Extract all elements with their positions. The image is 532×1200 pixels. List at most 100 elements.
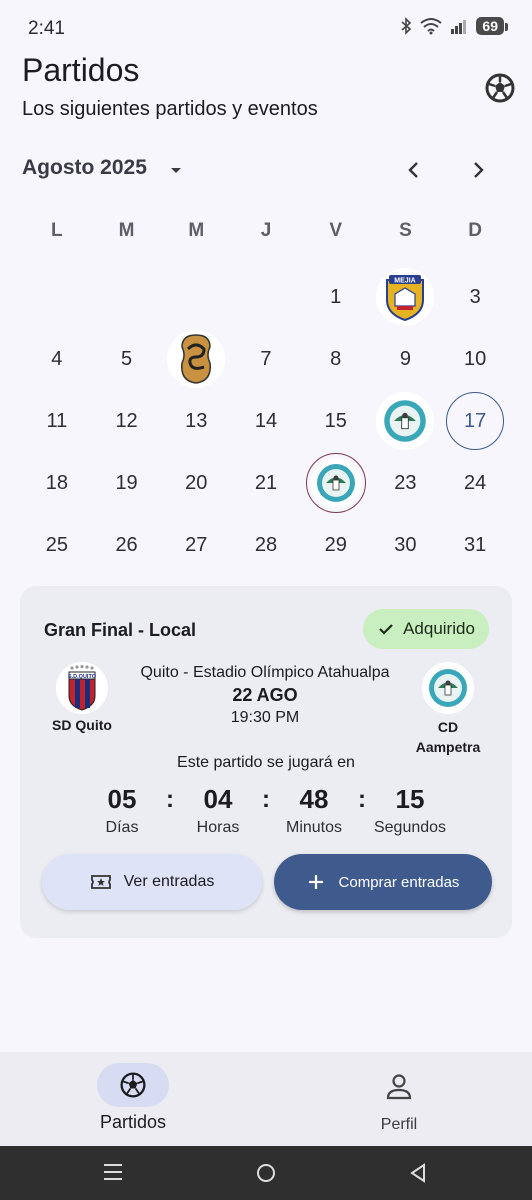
calendar-day-event[interactable] [371, 390, 441, 452]
countdown-label: Este partido se jugará en [177, 754, 355, 771]
caret-down-icon[interactable] [166, 160, 186, 180]
calendar-empty-cell [161, 266, 231, 328]
soccer-ball-icon[interactable] [484, 72, 516, 104]
calendar-day[interactable]: 25 [22, 514, 92, 576]
calendar-grid: 1 MEJIA 3 4 5 7 8 9 10 11 12 13 14 15 17 18 19 20 21 23 24 25… [22, 266, 510, 576]
today-ring: 17 [446, 392, 505, 450]
calendar-day[interactable]: 7 [231, 328, 301, 390]
calendar-day[interactable]: 19 [92, 452, 162, 514]
calendar-day[interactable]: 12 [92, 390, 162, 452]
calendar-empty-cell [92, 266, 162, 328]
calendar-day[interactable]: 13 [161, 390, 231, 452]
weekday-label: M [188, 220, 205, 241]
calendar-day[interactable]: 5 [92, 328, 162, 390]
weekday-label: J [260, 220, 272, 241]
weekday-label: L [51, 220, 63, 241]
status-time: 2:41 [28, 18, 65, 39]
countdown-seconds-value: 15 [395, 784, 425, 814]
calendar-day[interactable]: 21 [231, 452, 301, 514]
sd-quito-crest-icon: S.D.QUITO [68, 665, 97, 711]
calendar-day-today[interactable]: 17 [440, 390, 510, 452]
match-time: 19:30 PM [230, 709, 300, 726]
nav-item-partidos[interactable] [97, 1063, 169, 1107]
calendar-day[interactable]: 23 [371, 452, 441, 514]
home-team-name: SD Quito [52, 717, 112, 733]
page-title: Partidos [22, 52, 140, 88]
person-icon[interactable] [384, 1072, 414, 1102]
status-bar: 2:41 69 [0, 0, 532, 56]
match-card[interactable]: Gran Final - Local Adquirido S.D.QUITO S… [20, 586, 512, 938]
calendar-day[interactable]: 15 [301, 390, 371, 452]
countdown-seconds-unit: Segundos [373, 819, 447, 836]
countdown-seconds: 15 Segundos [368, 784, 452, 837]
calendar-day[interactable]: 18 [22, 452, 92, 514]
calendar-day[interactable]: 11 [22, 390, 92, 452]
calendar-day[interactable]: 27 [161, 514, 231, 576]
chevron-right-icon[interactable] [464, 156, 492, 184]
chevron-left-icon[interactable] [400, 156, 428, 184]
soccer-ball-icon [120, 1072, 146, 1098]
countdown-hours: 04 Horas [186, 784, 250, 837]
calendar-day[interactable]: 28 [231, 514, 301, 576]
status-badge-label: Adquirido [403, 619, 475, 638]
bottom-navigation: Partidos Perfil [0, 1052, 532, 1146]
event-badge: MEJIA [376, 268, 435, 326]
countdown-days-value: 05 [107, 784, 137, 814]
system-navigation-bar [0, 1146, 532, 1200]
weekday-header: L M M J V S D [22, 220, 510, 242]
calendar-day[interactable]: 30 [371, 514, 441, 576]
calendar-day[interactable]: 24 [440, 452, 510, 514]
match-date: 22 AGO [232, 685, 298, 705]
countdown-separator: : [358, 786, 366, 813]
calendar-day[interactable]: 31 [440, 514, 510, 576]
month-dropdown[interactable]: Agosto 2025 [22, 156, 147, 180]
calendar-day-event[interactable] [161, 328, 231, 390]
weekday-label: D [468, 220, 482, 241]
club-crest-icon [181, 334, 212, 384]
recent-apps-icon[interactable] [102, 1162, 124, 1182]
calendar-day[interactable]: 29 [301, 514, 371, 576]
calendar-day[interactable]: 20 [161, 452, 231, 514]
svg-text:MEJIA: MEJIA [395, 278, 416, 285]
calendar-day[interactable]: 9 [371, 328, 441, 390]
event-badge [376, 392, 435, 450]
weekday-label: M [118, 220, 135, 241]
calendar-empty-cell [231, 266, 301, 328]
match-venue: Quito - Estadio Olímpico Atahualpa [140, 664, 390, 681]
nav-item-perfil-label[interactable]: Perfil [352, 1116, 446, 1134]
signal-icon [451, 20, 467, 34]
calendar-day[interactable]: 14 [231, 390, 301, 452]
calendar-day-selected[interactable] [301, 452, 371, 514]
calendar-day[interactable]: 4 [22, 328, 92, 390]
weekday-label: S [399, 220, 412, 241]
status-badge: Adquirido [363, 609, 489, 649]
home-team-logo: S.D.QUITO [56, 662, 108, 714]
plus-icon [308, 875, 323, 889]
back-icon[interactable] [408, 1162, 428, 1184]
countdown-minutes-value: 48 [299, 784, 329, 814]
calendar-day[interactable]: 8 [301, 328, 371, 390]
cd-aampetra-crest-icon [316, 464, 355, 502]
calendar-day[interactable]: 3 [440, 266, 510, 328]
event-badge [310, 458, 361, 508]
home-icon[interactable] [255, 1162, 277, 1184]
selected-day-ring [305, 453, 366, 513]
month-selector: Agosto 2025 [22, 154, 510, 186]
calendar-day-event[interactable]: MEJIA [371, 266, 441, 328]
view-tickets-button[interactable]: Ver entradas [42, 854, 262, 910]
countdown-hours-value: 04 [203, 784, 233, 814]
countdown-hours-unit: Horas [196, 819, 240, 836]
match-title: Gran Final - Local [44, 620, 197, 640]
calendar-day[interactable]: 10 [440, 328, 510, 390]
countdown-separator: : [262, 786, 270, 813]
event-badge [167, 330, 226, 388]
nav-item-partidos-label[interactable]: Partidos [80, 1112, 186, 1133]
check-icon [379, 624, 393, 635]
away-team-logo [422, 662, 474, 714]
wifi-icon [420, 18, 443, 35]
calendar-day[interactable]: 26 [92, 514, 162, 576]
calendar-day[interactable]: 1 [301, 266, 371, 328]
cd-aampetra-crest-icon [384, 400, 427, 442]
buy-tickets-button[interactable]: Comprar entradas [274, 854, 492, 910]
countdown-days-unit: Días [105, 819, 139, 836]
